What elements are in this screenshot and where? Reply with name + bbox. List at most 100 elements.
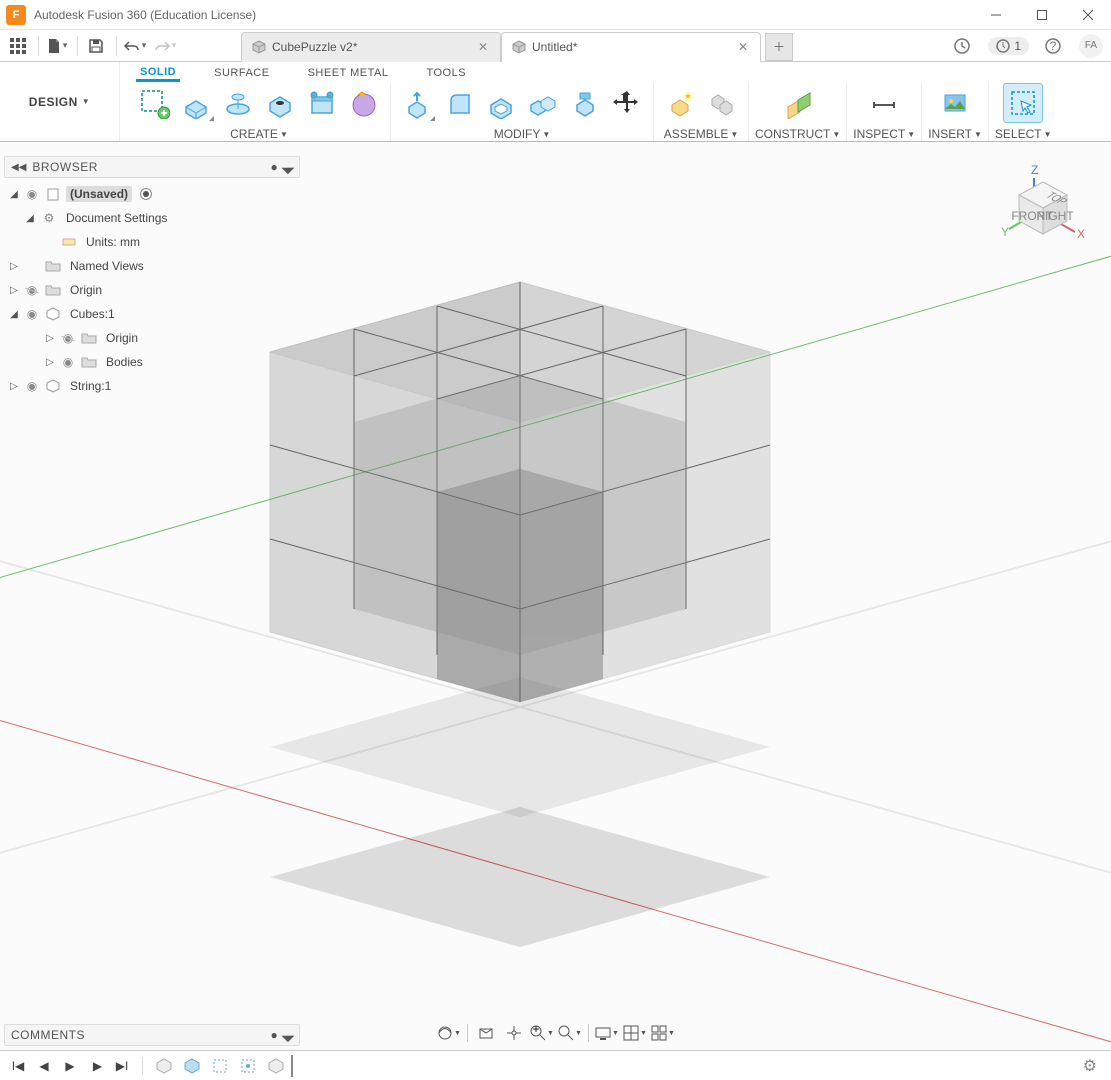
- tool-group-inspect: INSPECT▼: [847, 83, 922, 141]
- tree-named-views[interactable]: ▷◉ Named Views: [4, 254, 300, 278]
- ribbon-tab-solid[interactable]: SOLID: [136, 64, 180, 82]
- visibility-icon[interactable]: ◉: [60, 355, 76, 369]
- display-settings-button[interactable]: ▼: [594, 1021, 620, 1045]
- ribbon-tab-surface[interactable]: SURFACE: [210, 65, 273, 81]
- tree-bodies[interactable]: ▷◉ Bodies: [4, 350, 300, 374]
- timeline-feature-2[interactable]: [181, 1055, 203, 1077]
- timeline-feature-5[interactable]: [265, 1055, 287, 1077]
- timeline-prev-button[interactable]: ◀: [34, 1056, 54, 1076]
- visibility-off-icon[interactable]: ◉: [24, 283, 40, 297]
- browser-header[interactable]: ◀◀ BROWSER ●◢: [4, 156, 300, 178]
- align-button[interactable]: [565, 83, 605, 123]
- y-axis-label: Y: [1001, 225, 1009, 239]
- comments-options-icon[interactable]: ●: [271, 1028, 278, 1042]
- timeline-play-button[interactable]: ▶: [60, 1056, 80, 1076]
- workspace-switcher[interactable]: DESIGN▼: [0, 62, 120, 141]
- tab-untitled[interactable]: Untitled* ✕: [501, 32, 761, 62]
- svg-text:?: ?: [1050, 39, 1057, 53]
- select-button[interactable]: [1003, 83, 1043, 123]
- model-cubes[interactable]: [270, 282, 770, 702]
- new-sketch-button[interactable]: [134, 83, 174, 123]
- viewport-layout-button[interactable]: ▼: [650, 1021, 676, 1045]
- help-button[interactable]: ?: [1039, 32, 1067, 60]
- cube-icon: [512, 40, 526, 54]
- titlebar: F Autodesk Fusion 360 (Education License…: [0, 0, 1111, 30]
- browser-tree: ◢◉ (Unsaved) ◢ ⚙ Document Settings Units…: [4, 178, 300, 402]
- visibility-icon[interactable]: ◉: [24, 379, 40, 393]
- viewport[interactable]: // draw iso floor grid lines (function()…: [0, 142, 1111, 1050]
- revolve-button[interactable]: [218, 83, 258, 123]
- tool-group-insert: INSERT▼: [922, 83, 989, 141]
- tree-root[interactable]: ◢◉ (Unsaved): [4, 182, 300, 206]
- tree-cubes[interactable]: ◢◉ Cubes:1: [4, 302, 300, 326]
- timeline-settings-button[interactable]: ⚙: [1083, 1056, 1103, 1076]
- extensions-button[interactable]: [948, 32, 976, 60]
- shell-button[interactable]: [481, 83, 521, 123]
- maximize-button[interactable]: [1019, 0, 1065, 30]
- minimize-button[interactable]: [973, 0, 1019, 30]
- hole-button[interactable]: [260, 83, 300, 123]
- redo-button[interactable]: [151, 32, 179, 60]
- ribbon-tab-tools[interactable]: TOOLS: [422, 65, 470, 81]
- save-button[interactable]: [82, 32, 110, 60]
- measure-button[interactable]: [864, 83, 904, 123]
- close-tab-icon[interactable]: ✕: [476, 38, 490, 56]
- look-at-button[interactable]: [473, 1021, 499, 1045]
- timeline-feature-4[interactable]: [237, 1055, 259, 1077]
- job-status-button[interactable]: 1: [988, 37, 1029, 55]
- close-button[interactable]: [1065, 0, 1111, 30]
- expand-icon[interactable]: ◢: [280, 1027, 296, 1043]
- timeline-feature-1[interactable]: [153, 1055, 175, 1077]
- joint-button[interactable]: [702, 83, 742, 123]
- grid-settings-button[interactable]: ▼: [622, 1021, 648, 1045]
- document-icon: [44, 187, 62, 201]
- pin-icon[interactable]: ◢: [280, 159, 296, 175]
- timeline-feature-3[interactable]: [209, 1055, 231, 1077]
- undo-button[interactable]: [121, 32, 149, 60]
- create-form-button[interactable]: [344, 83, 384, 123]
- insert-decal-button[interactable]: [935, 83, 975, 123]
- data-panel-button[interactable]: [4, 32, 32, 60]
- new-tab-button[interactable]: ＋: [765, 33, 793, 61]
- tab-cubepuzzle[interactable]: CubePuzzle v2* ✕: [241, 32, 501, 62]
- comments-bar[interactable]: COMMENTS ●◢: [4, 1024, 300, 1046]
- visibility-icon[interactable]: ◉: [24, 307, 40, 321]
- svg-text:+: +: [533, 1024, 540, 1036]
- active-component-radio[interactable]: [140, 188, 152, 200]
- folder-icon: [44, 260, 62, 272]
- tree-string[interactable]: ▷◉ String:1: [4, 374, 300, 398]
- tree-cubes-origin[interactable]: ▷◉ Origin: [4, 326, 300, 350]
- construct-plane-button[interactable]: [778, 83, 818, 123]
- zoom-button[interactable]: +▼: [529, 1021, 555, 1045]
- orbit-button[interactable]: ▼: [436, 1021, 462, 1045]
- file-menu-button[interactable]: [43, 32, 71, 60]
- press-pull-button[interactable]: [397, 83, 437, 123]
- tree-doc-settings[interactable]: ◢ ⚙ Document Settings: [4, 206, 300, 230]
- tree-units[interactable]: Units: mm: [4, 230, 300, 254]
- component-icon: [44, 307, 62, 321]
- visibility-off-icon[interactable]: ◉: [60, 331, 76, 345]
- box-button[interactable]: [302, 83, 342, 123]
- extrude-button[interactable]: [176, 83, 216, 123]
- timeline-start-button[interactable]: I◀: [8, 1056, 28, 1076]
- timeline-end-button[interactable]: ▶I: [112, 1056, 132, 1076]
- browser-settings-icon[interactable]: ●: [271, 160, 278, 174]
- move-button[interactable]: [607, 83, 647, 123]
- user-avatar[interactable]: FA: [1079, 34, 1103, 58]
- document-tabs: CubePuzzle v2* ✕ Untitled* ✕ ＋: [241, 30, 793, 62]
- timeline-next-button[interactable]: ▶: [86, 1056, 106, 1076]
- timeline-marker[interactable]: [291, 1055, 293, 1077]
- component-icon: [44, 379, 62, 393]
- new-component-button[interactable]: [660, 83, 700, 123]
- ribbon-tab-sheetmetal[interactable]: SHEET METAL: [304, 65, 393, 81]
- collapse-icon[interactable]: ◀◀: [11, 162, 26, 173]
- viewcube[interactable]: Z X Y TOP FRONT RIGHT: [999, 164, 1089, 254]
- tree-origin[interactable]: ▷◉ Origin: [4, 278, 300, 302]
- fillet-button[interactable]: [439, 83, 479, 123]
- tool-group-assemble: ASSEMBLE▼: [654, 83, 749, 141]
- combine-button[interactable]: [523, 83, 563, 123]
- visibility-icon[interactable]: ◉: [24, 187, 40, 201]
- fit-button[interactable]: ▼: [557, 1021, 583, 1045]
- pan-button[interactable]: [501, 1021, 527, 1045]
- close-tab-icon[interactable]: ✕: [736, 38, 750, 56]
